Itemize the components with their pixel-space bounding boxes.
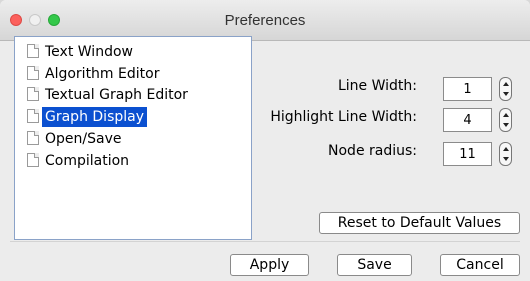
highlight-line-width-stepper-icon[interactable] [499, 108, 512, 132]
preferences-category-tree: Text Window Algorithm Editor Textual Gra… [14, 36, 252, 240]
tree-item-label: Graph Display [42, 107, 147, 127]
button-bar-divider [10, 241, 520, 242]
tree-item-label: Algorithm Editor [45, 66, 160, 82]
document-icon [27, 153, 39, 167]
line-width-stepper-icon[interactable] [499, 77, 512, 101]
tree-item-graph-display[interactable]: Graph Display [27, 107, 147, 127]
apply-button[interactable]: Apply [230, 254, 309, 276]
node-radius-input[interactable]: 11 [443, 142, 492, 166]
preferences-window: Preferences Text Window Algorithm Editor… [0, 0, 530, 281]
tree-item-algorithm-editor[interactable]: Algorithm Editor [27, 64, 162, 84]
tree-item-compilation[interactable]: Compilation [27, 151, 132, 171]
cancel-button[interactable]: Cancel [440, 254, 520, 276]
tree-item-textual-graph-editor[interactable]: Textual Graph Editor [27, 85, 191, 105]
document-icon [27, 87, 39, 101]
tree-item-label: Textual Graph Editor [45, 87, 188, 103]
node-radius-label: Node radius: [328, 143, 417, 159]
node-radius-stepper-icon[interactable] [499, 142, 512, 166]
line-width-label: Line Width: [337, 78, 417, 94]
title-bar: Preferences [0, 0, 530, 41]
save-button[interactable]: Save [337, 254, 412, 276]
document-icon [27, 44, 39, 58]
document-icon [27, 109, 39, 123]
highlight-line-width-input[interactable]: 4 [443, 108, 492, 132]
document-icon [27, 66, 39, 80]
window-title: Preferences [224, 12, 306, 29]
tree-item-label: Text Window [45, 44, 133, 60]
reset-to-defaults-button[interactable]: Reset to Default Values [319, 212, 520, 234]
document-icon [27, 131, 39, 145]
tree-item-text-window[interactable]: Text Window [27, 42, 136, 62]
tree-item-open-save[interactable]: Open/Save [27, 129, 124, 149]
line-width-input[interactable]: 1 [443, 77, 492, 101]
tree-item-label: Compilation [45, 153, 130, 169]
tree-item-label: Open/Save [45, 131, 122, 147]
highlight-line-width-label: Highlight Line Width: [270, 109, 417, 125]
